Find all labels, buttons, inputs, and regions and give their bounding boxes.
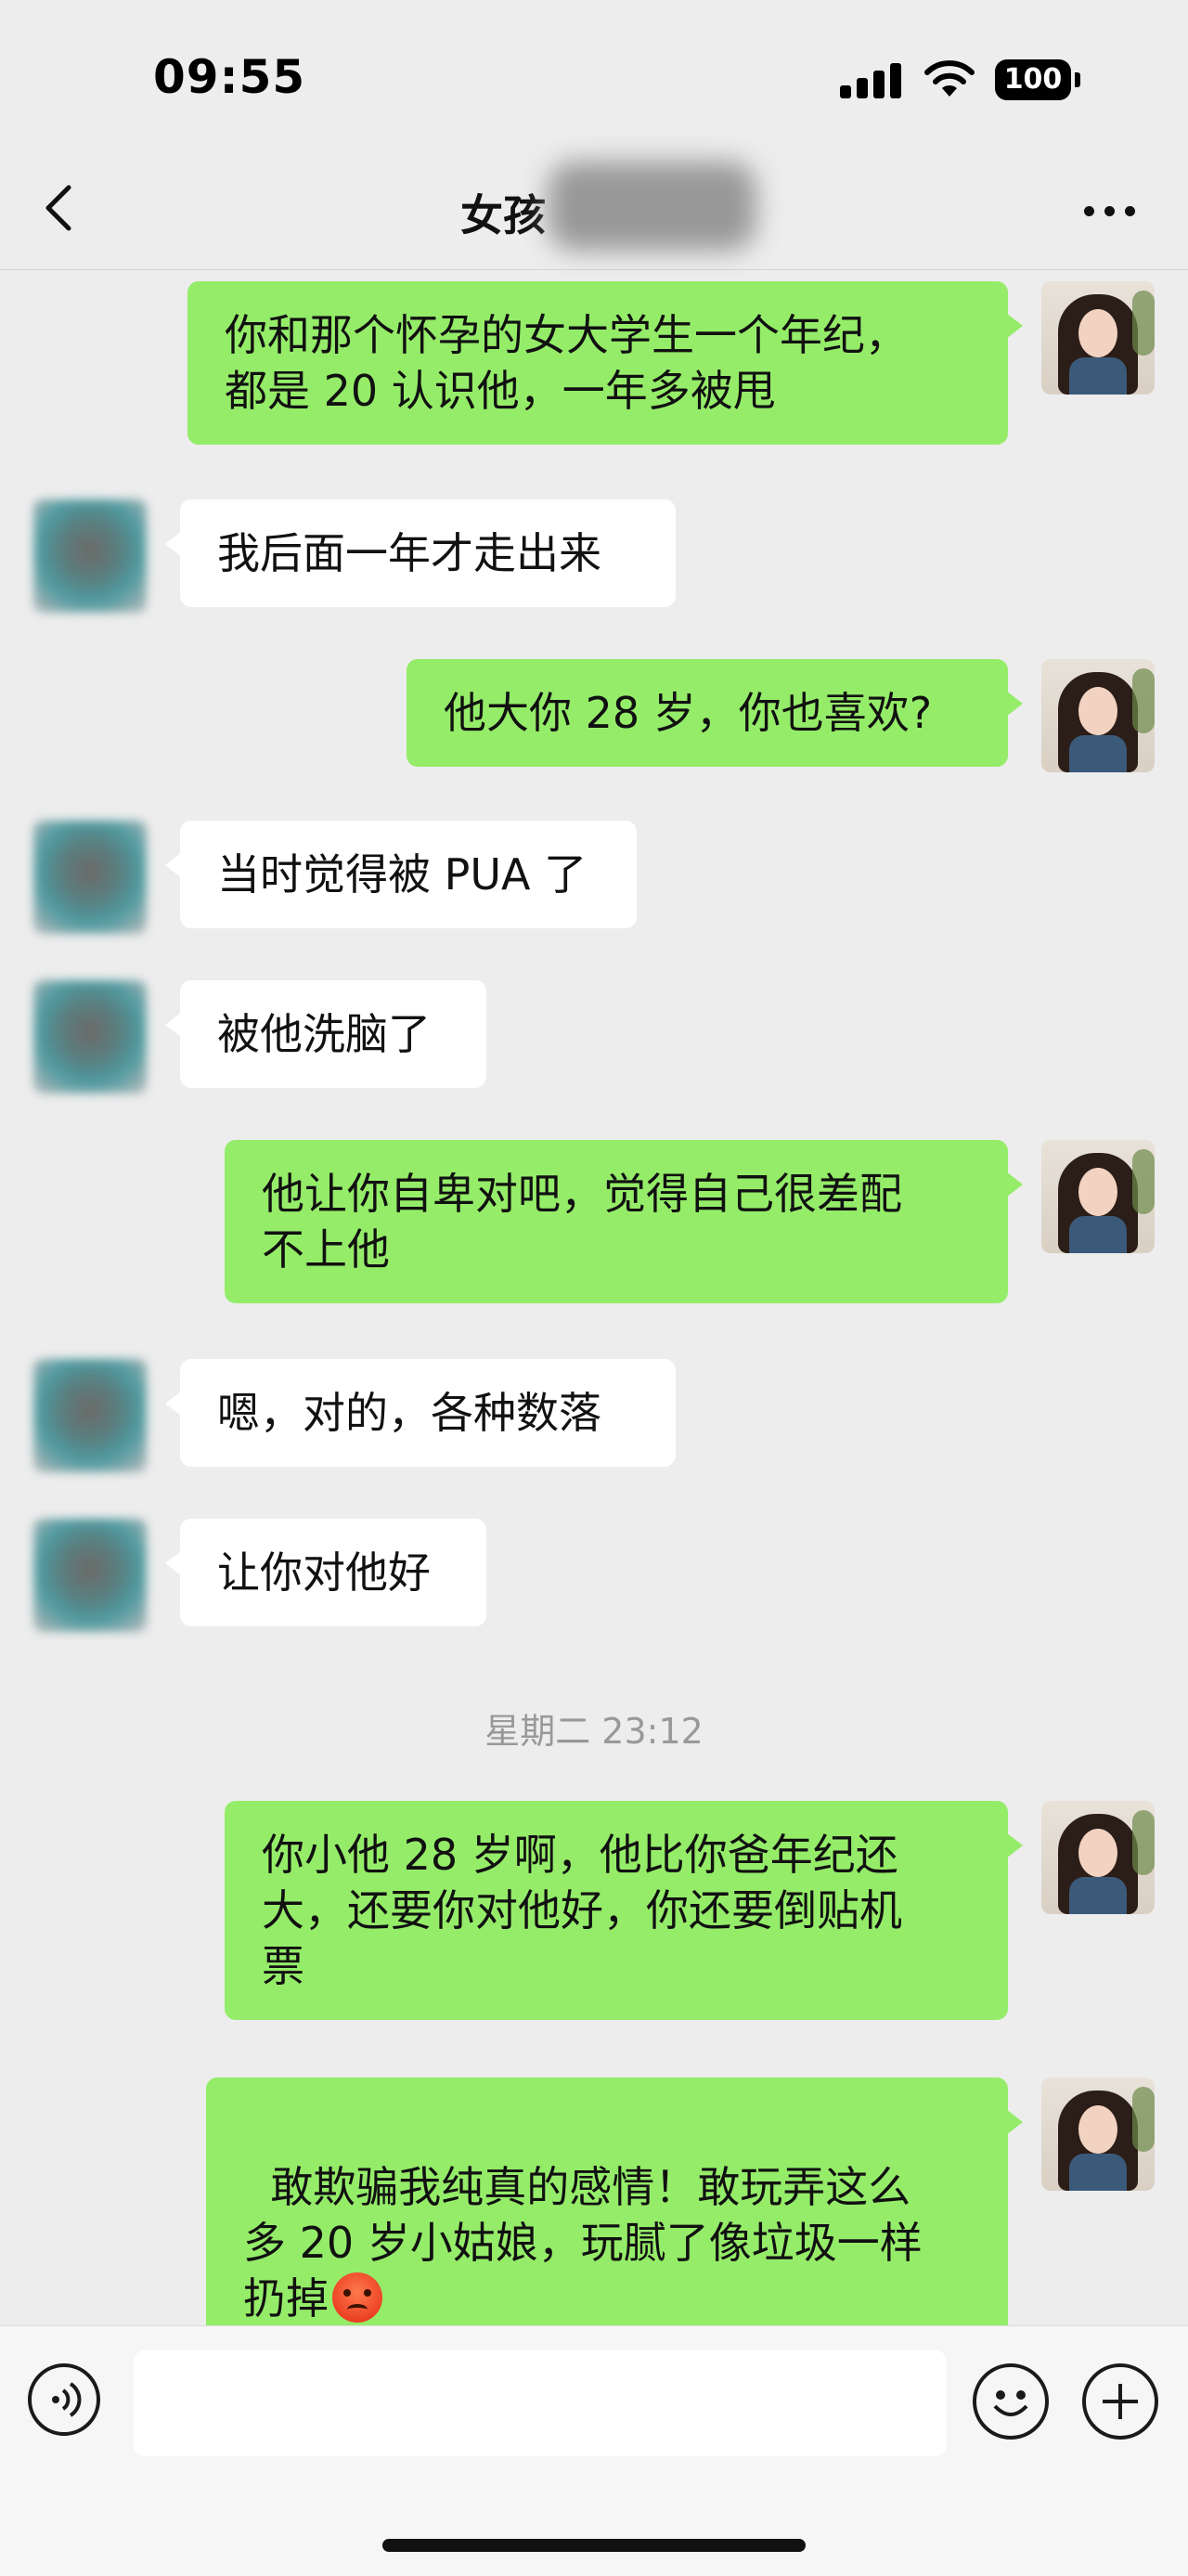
contact-message-bubble[interactable]: 让你对他好 [165, 1519, 486, 1626]
more-actions-plus-button[interactable] [1082, 2363, 1158, 2440]
my-message-bubble[interactable]: 你小他 28 岁啊，他比你爸年纪还 大，还要你对他好，你还要倒贴机 票 [225, 1801, 1023, 2020]
contact-avatar[interactable] [33, 1359, 147, 1472]
my-message-bubble[interactable]: 你和那个怀孕的女大学生一个年纪， 都是 20 认识他，一年多被甩 [187, 281, 1023, 445]
my-avatar[interactable] [1041, 1801, 1155, 1914]
contact-message-bubble[interactable]: 嗯，对的，各种数落 [165, 1359, 676, 1467]
my-avatar[interactable] [1041, 281, 1155, 395]
chat-header: 女孩 [0, 149, 1188, 270]
battery-icon: 100 [995, 59, 1071, 100]
back-arrow-icon[interactable] [37, 178, 84, 238]
cellular-signal-icon [840, 63, 903, 98]
contact-avatar[interactable] [33, 1519, 147, 1632]
contact-message-bubble[interactable]: 被他洗脑了 [165, 980, 486, 1088]
status-bar: 09:55 100 [0, 0, 1188, 149]
my-avatar[interactable] [1041, 1140, 1155, 1253]
chat-timestamp: 星期二 23:12 [484, 1711, 704, 1752]
wifi-icon [924, 60, 975, 97]
redacted-name-blur [548, 162, 756, 251]
my-message-bubble[interactable]: 他大你 28 岁，你也喜欢? [407, 659, 1023, 767]
chat-title: 女孩 [460, 190, 546, 240]
contact-avatar[interactable] [33, 821, 147, 934]
my-message-bubble[interactable]: 敢欺骗我纯真的感情！敢玩弄这么 多 20 岁小姑娘，玩腻了像垃圾一样 扔掉 [206, 2078, 1023, 2352]
message-input[interactable] [134, 2350, 947, 2456]
more-options-icon[interactable] [1080, 195, 1140, 223]
contact-avatar[interactable] [33, 499, 147, 613]
status-time: 09:55 [153, 50, 306, 104]
my-message-bubble[interactable]: 他让你自卑对吧，觉得自己很差配 不上他 [225, 1140, 1023, 1303]
smiley-face-icon [993, 2390, 1028, 2416]
contact-avatar[interactable] [33, 980, 147, 1094]
my-avatar[interactable] [1041, 659, 1155, 772]
voice-input-button[interactable] [28, 2363, 100, 2436]
angry-face-emoji-icon [332, 2272, 382, 2323]
home-indicator [382, 2539, 806, 2552]
contact-message-bubble[interactable]: 当时觉得被 PUA 了 [165, 821, 637, 928]
my-avatar[interactable] [1041, 2078, 1155, 2191]
contact-message-bubble[interactable]: 我后面一年才走出来 [165, 499, 676, 607]
emoji-button[interactable] [973, 2363, 1049, 2440]
battery-nub [1075, 72, 1080, 87]
voice-wave-icon [52, 2382, 82, 2417]
